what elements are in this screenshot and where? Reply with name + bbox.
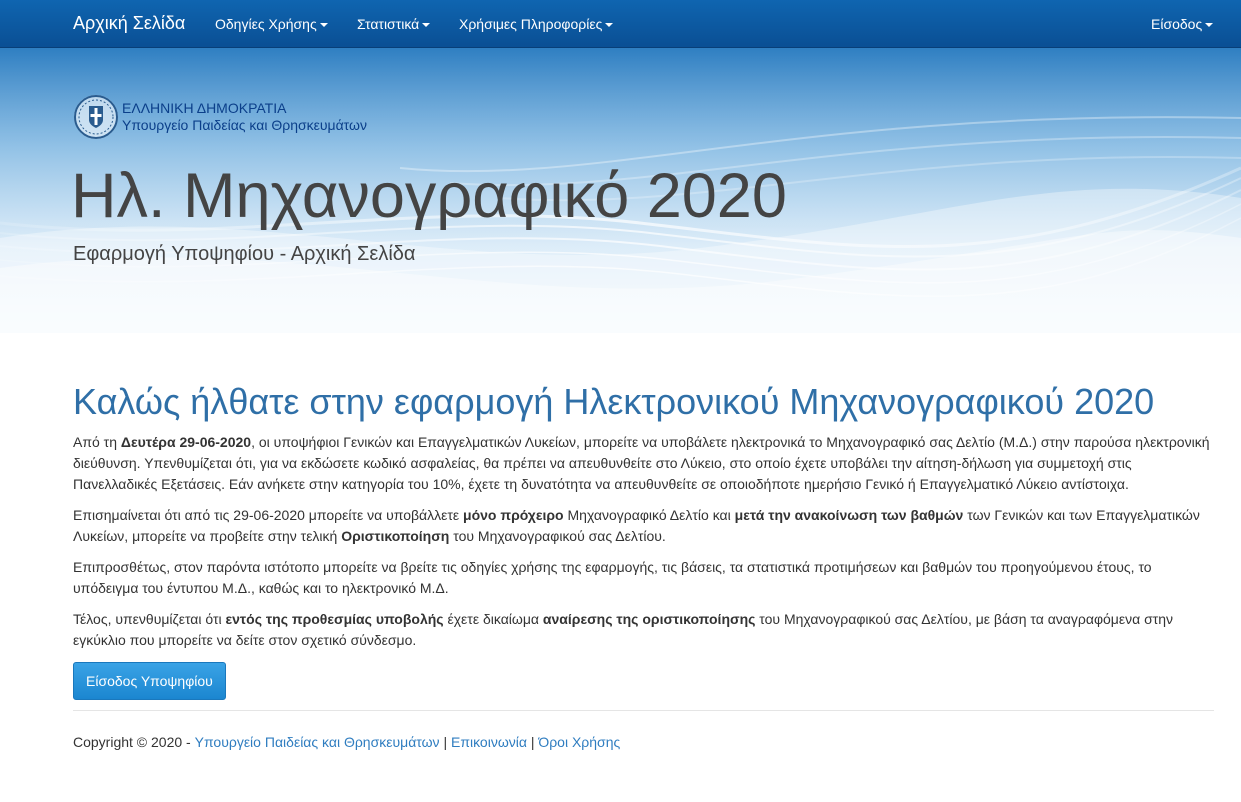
intro-paragraph-1: Από τη Δευτέρα 29-06-2020, οι υποψήφιοι … (73, 432, 1214, 495)
ministry-name: Υπουργείο Παιδείας και Θρησκευμάτων (122, 117, 367, 133)
intro-paragraph-2: Επισημαίνεται ότι από τις 29-06-2020 μπο… (73, 505, 1214, 547)
nav-menu-useful-info[interactable]: Χρήσιμες Πληροφορίες (459, 15, 614, 33)
copyright-text: Copyright © 2020 - (73, 734, 195, 750)
intro-paragraph-3: Επιπροσθέτως, στον παρόντα ιστότοπο μπορ… (73, 559, 1152, 596)
candidate-login-button[interactable]: Είσοδος Υποψηφίου (73, 662, 226, 700)
footer: Copyright © 2020 - Υπουργείο Παιδείας κα… (73, 732, 620, 752)
p1-text-a: Από τη (73, 434, 121, 450)
footer-link-contact[interactable]: Επικοινωνία (451, 734, 527, 750)
nav-menu-statistics-label: Στατιστικά (357, 16, 420, 32)
footer-link-ministry[interactable]: Υπουργείο Παιδείας και Θρησκευμάτων (195, 734, 440, 750)
greek-republic-seal-icon (74, 95, 118, 139)
hero-subtitle: Εφαρμογή Υποψηφίου - Αρχική Σελίδα (73, 243, 416, 265)
government-name: ΕΛΛΗΝΙΚΗ ΔΗΜΟΚΡΑΤΙΑ (122, 100, 287, 116)
intro-paragraph-4: Τέλος, υπενθυμίζεται ότι εντός της προθε… (73, 609, 1214, 651)
p1-bold-date: Δευτέρα 29-06-2020 (120, 434, 252, 450)
nav-menu-user-guide-label: Οδηγίες Χρήσης (215, 16, 317, 32)
nav-menu-login[interactable]: Είσοδος (1151, 15, 1214, 33)
p2-bold-draft: μόνο πρόχειρο (463, 507, 564, 523)
nav-menu-user-guide[interactable]: Οδηγίες Χρήσης (215, 15, 328, 33)
p4-bold-revocation: αναίρεσης της οριστικοποίησης (542, 611, 756, 627)
caret-down-icon (1205, 23, 1214, 28)
hero-banner: ΕΛΛΗΝΙΚΗ ΔΗΜΟΚΡΑΤΙΑ Υπουργείο Παιδείας κ… (0, 48, 1241, 333)
footer-separator: | (526, 734, 539, 750)
top-navbar: Αρχική Σελίδα Οδηγίες Χρήσης Στατιστικά … (0, 0, 1241, 48)
p4-text-a: Τέλος, υπενθυμίζεται ότι (73, 611, 226, 627)
navbar-brand-home-link[interactable]: Αρχική Σελίδα (73, 13, 185, 33)
p4-bold-deadline: εντός της προθεσμίας υποβολής (225, 611, 444, 627)
p2-text-g: του Μηχανογραφικού σας Δελτίου. (449, 528, 666, 544)
footer-divider (73, 710, 1214, 711)
nav-menu-useful-info-label: Χρήσιμες Πληροφορίες (459, 16, 603, 32)
p2-bold-after-grades: μετά την ανακοίνωση των βαθμών (734, 507, 964, 523)
p2-text-a: Επισημαίνεται ότι από τις 29-06-2020 μπο… (73, 507, 464, 523)
p2-bold-finalization: Οριστικοποίηση (341, 528, 450, 544)
hero-title: Ηλ. Μηχανογραφικό 2020 (71, 161, 787, 231)
welcome-heading: Καλώς ήλθατε στην εφαρμογή Ηλεκτρονικού … (73, 381, 1155, 422)
nav-menu-statistics[interactable]: Στατιστικά (357, 15, 431, 33)
p4-text-c: έχετε δικαίωμα (443, 611, 543, 627)
nav-menu-login-label: Είσοδος (1151, 16, 1203, 32)
footer-separator: | (439, 734, 451, 750)
p2-text-c: Μηχανογραφικό Δελτίο και (563, 507, 735, 523)
footer-link-terms[interactable]: Όροι Χρήσης (538, 734, 620, 750)
caret-down-icon (319, 23, 328, 28)
caret-down-icon (605, 23, 614, 28)
main-content: Καλώς ήλθατε στην εφαρμογή Ηλεκτρονικού … (73, 378, 1214, 700)
caret-down-icon (422, 23, 431, 28)
